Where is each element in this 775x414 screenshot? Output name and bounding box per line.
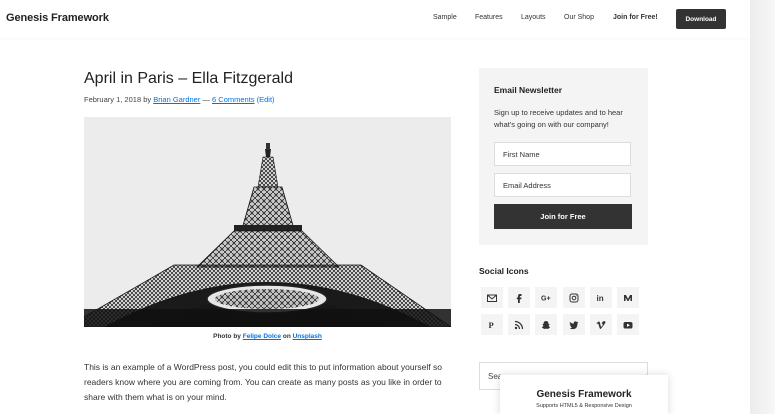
site-header: Genesis Framework Sample Features Layout…	[0, 0, 750, 38]
photographer-link[interactable]: Felipe Dolce	[243, 333, 281, 340]
pinterest-icon[interactable]: P	[481, 314, 503, 335]
nav-item-features[interactable]: Features	[475, 14, 503, 21]
email-icon[interactable]	[481, 287, 503, 308]
nav-item-our-shop[interactable]: Our Shop	[564, 14, 594, 21]
page: Genesis Framework Sample Features Layout…	[0, 0, 750, 414]
email-input[interactable]: Email Address	[494, 173, 631, 197]
svg-text:in: in	[597, 294, 604, 303]
youtube-icon[interactable]	[617, 314, 639, 335]
newsletter-description: Sign up to receive updates and to hear w…	[494, 108, 623, 129]
twitter-icon[interactable]	[563, 314, 585, 335]
caption-prefix: Photo by	[213, 333, 241, 340]
edit-link[interactable]: (Edit)	[257, 95, 275, 104]
newsletter-widget: Email Newsletter Sign up to receive upda…	[479, 68, 648, 245]
social-icons-title: Social Icons	[479, 266, 529, 276]
post-meta: February 1, 2018 by Brian Gardner — 6 Co…	[84, 95, 275, 104]
vimeo-icon[interactable]	[590, 314, 612, 335]
instagram-icon[interactable]	[563, 287, 585, 308]
promo-title: Genesis Framework	[536, 389, 632, 400]
author-link[interactable]: Brian Gardner	[153, 95, 200, 104]
image-caption: Photo by Felipe Dolce on Unsplash	[84, 333, 451, 340]
post-date: February 1, 2018	[84, 95, 142, 104]
post-by: by	[143, 95, 152, 104]
promo-subtitle: Supports HTML5 & Responsive Design	[536, 403, 632, 409]
scroll-gutter	[750, 0, 775, 414]
rss-icon[interactable]	[508, 314, 530, 335]
linkedin-icon[interactable]: in	[590, 287, 612, 308]
post-title[interactable]: April in Paris – Ella Fitzgerald	[84, 70, 293, 88]
join-for-free-button[interactable]: Join for Free	[494, 204, 632, 229]
eiffel-tower-image	[84, 117, 451, 327]
unsplash-link[interactable]: Unsplash	[293, 333, 322, 340]
first-name-input[interactable]: First Name	[494, 142, 631, 166]
eiffel-tower-illustration	[84, 117, 451, 327]
genesis-promo-card[interactable]: Genesis Framework Supports HTML5 & Respo…	[500, 375, 668, 414]
facebook-icon[interactable]	[508, 287, 530, 308]
social-icons: G+ in P	[481, 287, 641, 337]
meta-separator: —	[202, 95, 210, 104]
google-plus-icon[interactable]: G+	[535, 287, 557, 308]
medium-icon[interactable]	[617, 287, 639, 308]
download-button[interactable]: Download	[676, 9, 726, 29]
svg-text:P: P	[489, 320, 494, 330]
post-body: This is an example of a WordPress post, …	[84, 362, 442, 402]
nav-item-sample[interactable]: Sample	[433, 14, 457, 21]
svg-text:G+: G+	[541, 295, 551, 302]
site-title[interactable]: Genesis Framework	[6, 12, 109, 24]
caption-on: on	[282, 333, 291, 340]
comments-link[interactable]: 6 Comments	[212, 95, 255, 104]
nav-item-layouts[interactable]: Layouts	[521, 14, 546, 21]
nav-item-join-for-free[interactable]: Join for Free!	[613, 14, 658, 21]
newsletter-title: Email Newsletter	[494, 85, 563, 95]
snapchat-icon[interactable]	[535, 314, 557, 335]
